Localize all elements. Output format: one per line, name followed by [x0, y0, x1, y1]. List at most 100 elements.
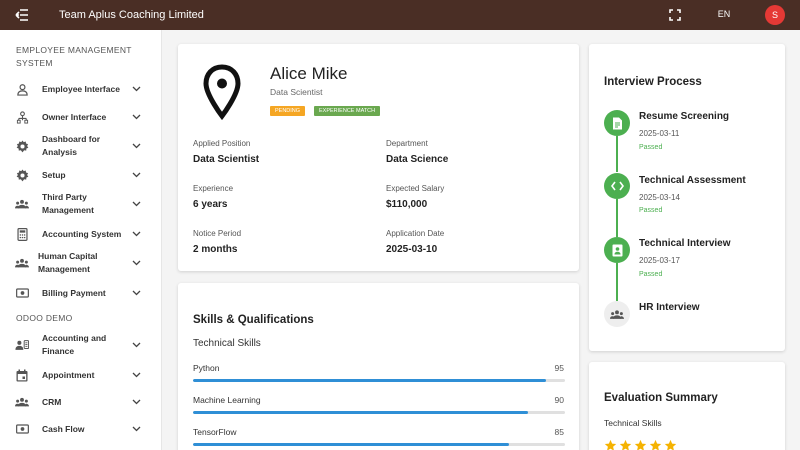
- timeline-connector: [616, 199, 618, 237]
- sidebar-item-crm[interactable]: CRM: [0, 393, 161, 411]
- sidebar-item-owner-interface[interactable]: Owner Interface: [0, 108, 161, 126]
- sidebar-item-appointment[interactable]: Appointment: [0, 366, 161, 384]
- sidebar-item-label: Employee Interface: [42, 84, 120, 94]
- sidebar: Employee Management System Employee Inte…: [0, 30, 162, 450]
- star-icon: [649, 439, 662, 450]
- field-label: Department: [386, 139, 428, 148]
- money-icon: [15, 286, 29, 300]
- sidebar-item-employee-interface[interactable]: Employee Interface: [0, 80, 161, 98]
- group-icon: [15, 197, 29, 211]
- skill-progress-bar: [193, 411, 565, 414]
- evaluation-subtitle: Technical Skills: [604, 418, 662, 428]
- chevron-down-icon: [131, 229, 141, 239]
- status-badge: Pending: [270, 106, 306, 116]
- star-icon: [619, 439, 632, 450]
- chevron-down-icon: [131, 258, 141, 268]
- evaluation-summary-card: Evaluation Summary Technical Skills: [589, 362, 785, 450]
- sidebar-item-label: Accounting and Finance: [42, 333, 107, 356]
- field-label: Notice Period: [193, 229, 242, 238]
- chevron-down-icon: [131, 424, 141, 434]
- money-icon: [15, 422, 29, 436]
- skills-title: Skills & Qualifications: [193, 314, 314, 326]
- candidate-role: Data Scientist: [270, 87, 323, 97]
- sidebar-item-third-party[interactable]: Third Party Management: [0, 190, 161, 218]
- sidebar-item-label: Billing Payment: [42, 288, 106, 298]
- language-selector[interactable]: EN: [712, 9, 736, 19]
- user-avatar[interactable]: S: [765, 5, 785, 25]
- sidebar-item-human-capital[interactable]: Human Capital Management: [0, 249, 161, 277]
- chevron-down-icon: [131, 170, 141, 180]
- chevron-down-icon: [131, 112, 141, 122]
- skills-card: Skills & Qualifications Technical Skills…: [178, 283, 579, 450]
- code-icon: [604, 173, 630, 199]
- interview-title: Interview Process: [604, 76, 702, 88]
- step-name: Technical Interview: [639, 238, 731, 249]
- field-label: Applied Position: [193, 139, 251, 148]
- chevron-down-icon: [131, 370, 141, 380]
- field-value: Data Scientist: [193, 154, 260, 165]
- field-value: 2 months: [193, 244, 238, 255]
- field-value: 2025-03-10: [386, 244, 438, 255]
- field-label: Expected Salary: [386, 184, 445, 193]
- skill-progress-fill: [193, 443, 510, 446]
- step-name: Resume Screening: [639, 111, 730, 122]
- step-date: 2025-03-14: [639, 193, 680, 202]
- field-value: Data Science: [386, 154, 449, 165]
- field-label: Experience: [193, 184, 234, 193]
- evaluation-title: Evaluation Summary: [604, 392, 718, 404]
- step-name: HR Interview: [639, 302, 700, 313]
- chevron-down-icon: [131, 340, 141, 350]
- chevron-down-icon: [131, 84, 141, 94]
- gear-icon: [15, 168, 29, 182]
- calendar-icon: [15, 368, 29, 382]
- sidebar-item-label: Accounting System: [42, 229, 122, 239]
- skill-value: 90: [554, 395, 564, 405]
- skill-progress-bar: [193, 379, 565, 382]
- field-value: 6 years: [193, 199, 228, 210]
- sidebar-item-label: Human Capital Management: [38, 251, 98, 274]
- contact-icon: [15, 338, 29, 352]
- skill-value: 95: [554, 363, 564, 373]
- step-status: Passed: [639, 271, 663, 278]
- sidebar-section-title: ODOO DEMO: [16, 313, 73, 323]
- star-icon: [634, 439, 647, 450]
- interview-process-card: Interview Process Resume Screening 2025-…: [589, 44, 785, 351]
- sidebar-section-title: Employee Management System: [16, 45, 132, 68]
- skill-name: Python: [193, 363, 220, 373]
- match-badge: Experience Match: [314, 106, 381, 116]
- step-date: 2025-03-11: [639, 129, 680, 138]
- calculator-icon: [15, 227, 29, 241]
- skill-value: 85: [554, 427, 564, 437]
- sidebar-item-setup[interactable]: Setup: [0, 166, 161, 184]
- sidebar-item-accounting-system[interactable]: Accounting System: [0, 225, 161, 243]
- timeline-connector: [616, 263, 618, 301]
- step-name: Technical Assessment: [639, 175, 746, 186]
- sidebar-item-billing-payment[interactable]: Billing Payment: [0, 284, 161, 302]
- step-status: Passed: [639, 144, 663, 151]
- skill-progress-fill: [193, 411, 528, 414]
- app-title: Team Aplus Coaching Limited: [59, 9, 204, 21]
- top-bar: Team Aplus Coaching Limited EN S: [0, 0, 800, 30]
- sidebar-item-label: Owner Interface: [42, 112, 107, 122]
- skill-name: Machine Learning: [193, 395, 261, 405]
- skill-progress-bar: [193, 443, 565, 446]
- sidebar-item-label: Setup: [42, 170, 66, 180]
- star-icon: [664, 439, 677, 450]
- sidebar-item-dashboard-analysis[interactable]: Dashboard for Analysis: [0, 132, 161, 160]
- chevron-down-icon: [131, 141, 141, 151]
- org-chart-icon: [15, 110, 29, 124]
- location-pin-icon: [202, 64, 242, 121]
- sidebar-item-label: Cash Flow: [42, 424, 85, 434]
- sidebar-item-cash-flow[interactable]: Cash Flow: [0, 420, 161, 438]
- timeline-connector: [616, 136, 618, 172]
- fullscreen-icon[interactable]: [668, 8, 682, 22]
- skill-name: TensorFlow: [193, 427, 237, 437]
- gear-icon: [15, 139, 29, 153]
- group-icon: [604, 301, 630, 327]
- skill-progress-fill: [193, 379, 547, 382]
- menu-collapse-icon[interactable]: [15, 8, 29, 22]
- sidebar-item-accounting-finance[interactable]: Accounting and Finance: [0, 331, 161, 359]
- sidebar-item-label: CRM: [42, 397, 62, 407]
- sidebar-item-label: Dashboard for Analysis: [42, 134, 101, 157]
- step-status: Passed: [639, 207, 663, 214]
